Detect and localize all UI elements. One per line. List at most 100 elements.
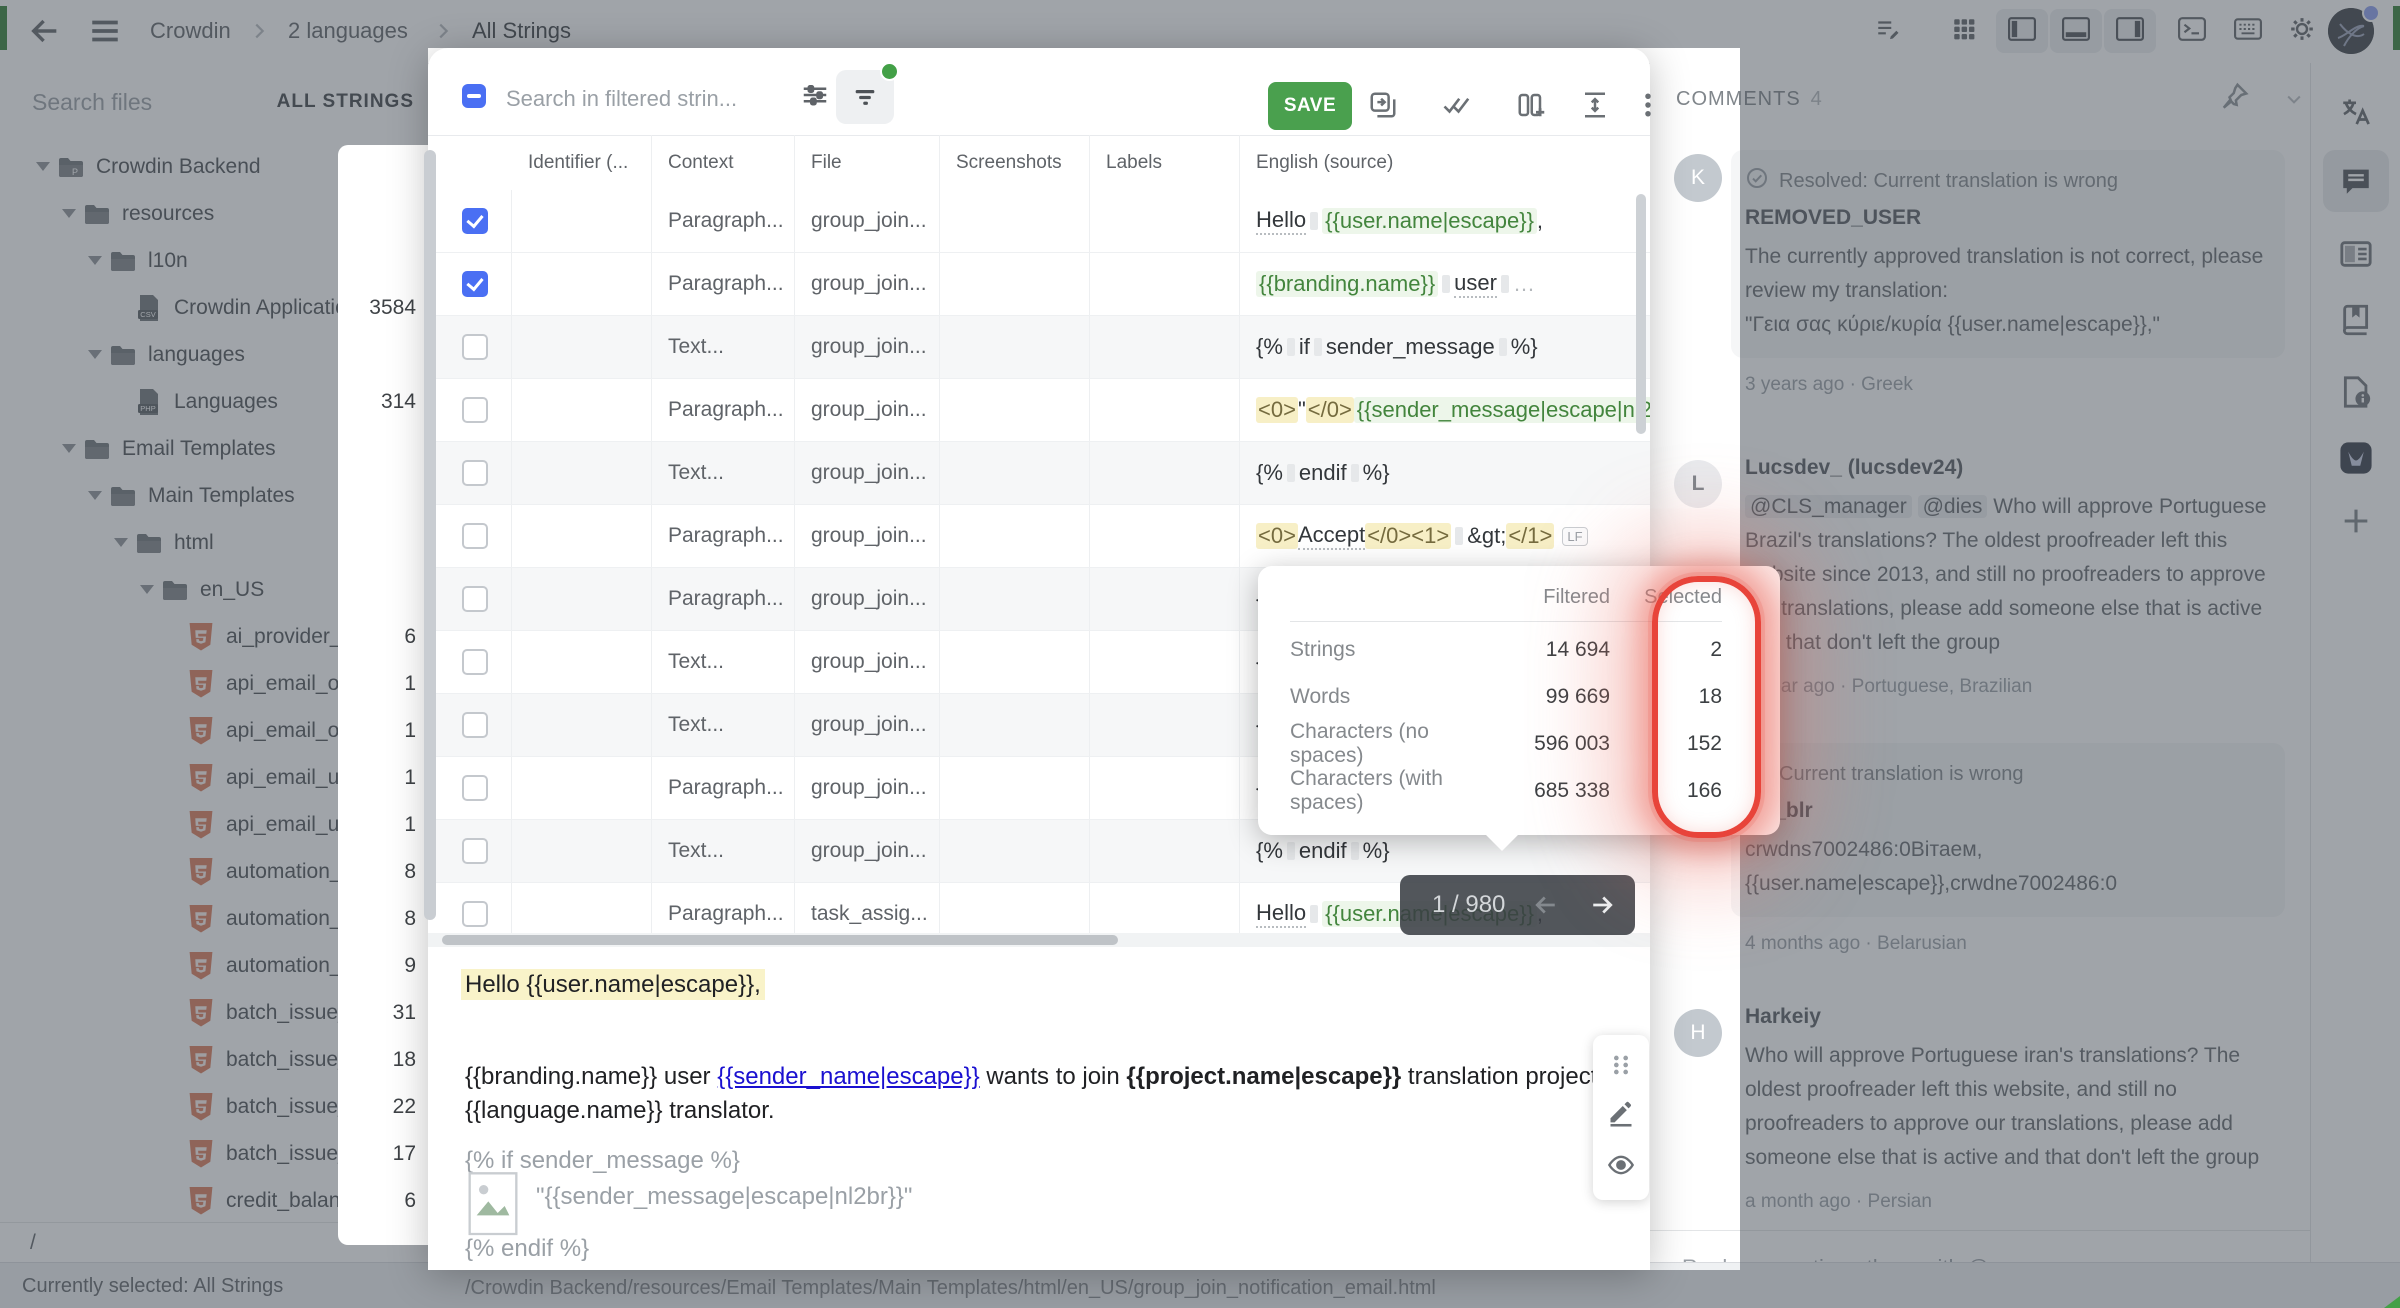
row-checkbox[interactable] xyxy=(462,523,488,549)
file-cell: task_assig... xyxy=(795,883,940,933)
preview-toolbar xyxy=(1593,1035,1649,1200)
source-word: Hello xyxy=(1256,207,1306,235)
avatar: L xyxy=(1674,460,1722,508)
file-cell: group_join... xyxy=(795,253,940,315)
checkbox-cell xyxy=(428,442,512,504)
identifier-cell xyxy=(512,316,652,378)
source-text: %} xyxy=(1363,838,1390,864)
table-row[interactable]: Paragraph...group_join... Hello {{user.nam… xyxy=(428,190,1650,253)
table-row[interactable]: Text...group_join...{%ifsender_message%} xyxy=(428,316,1650,379)
checkbox-cell xyxy=(428,505,512,567)
preview-text: translation project xyxy=(1401,1063,1597,1090)
tag-token: </0> xyxy=(1306,397,1354,423)
horizontal-scrollbar-thumb[interactable] xyxy=(442,935,1118,945)
column-labels[interactable]: Labels xyxy=(1090,135,1240,190)
source-text: {% xyxy=(1256,838,1283,864)
column-english-source[interactable]: English (source) xyxy=(1240,135,1650,190)
stat-label: Words xyxy=(1290,685,1460,709)
source-text: sender_message xyxy=(1326,334,1495,360)
identifier-cell xyxy=(512,883,652,933)
row-checkbox[interactable] xyxy=(462,838,488,864)
row-checkbox[interactable] xyxy=(462,397,488,423)
column-identifier[interactable]: Identifier (... xyxy=(512,135,652,190)
tag-token: <0> xyxy=(1256,523,1298,549)
file-cell: group_join... xyxy=(795,757,940,819)
screenshots-cell xyxy=(940,631,1090,693)
file-string-count: 314 xyxy=(381,378,416,425)
file-string-count: 1 xyxy=(404,660,416,707)
file-string-count: 22 xyxy=(393,1083,416,1130)
sidebar-scrollbar[interactable] xyxy=(424,150,436,920)
file-string-count: 8 xyxy=(404,895,416,942)
eye-icon[interactable] xyxy=(1607,1151,1635,1179)
table-row[interactable]: Text...group_join...{%endif%} xyxy=(428,442,1650,505)
column-screenshots[interactable]: Screenshots xyxy=(940,135,1090,190)
view-settings-icon[interactable] xyxy=(800,80,830,110)
identifier-cell xyxy=(512,190,652,252)
tag-token: <0> xyxy=(1256,397,1298,423)
pagination: 1 / 980 xyxy=(1400,875,1635,935)
column-context[interactable]: Context xyxy=(652,135,795,190)
row-checkbox[interactable] xyxy=(462,334,488,360)
newline-badge: LF xyxy=(1562,527,1587,546)
file-cell: group_join... xyxy=(795,190,940,252)
row-checkbox[interactable] xyxy=(462,712,488,738)
double-check-icon[interactable] xyxy=(1442,90,1472,120)
table-row[interactable]: Paragraph...group_join...{{branding.name… xyxy=(428,253,1650,316)
file-string-count: 1 xyxy=(404,754,416,801)
row-checkbox[interactable] xyxy=(462,208,488,234)
preview-code-message: "{{sender_message|escape|nl2br}}" xyxy=(536,1183,912,1211)
expand-rows-icon[interactable] xyxy=(1580,90,1610,120)
screenshots-cell xyxy=(940,820,1090,882)
previous-page-icon[interactable] xyxy=(1531,890,1561,920)
drag-handle-icon[interactable] xyxy=(1607,1051,1635,1079)
next-page-icon[interactable] xyxy=(1587,890,1617,920)
header-checkbox-cell xyxy=(428,135,512,190)
sender-name-link[interactable]: {{sender_name|escape}} xyxy=(717,1063,979,1090)
row-checkbox[interactable] xyxy=(462,901,488,927)
source-text: {% xyxy=(1256,460,1283,486)
row-checkbox[interactable] xyxy=(462,460,488,486)
row-checkbox[interactable] xyxy=(462,271,488,297)
file-string-count: 3584 xyxy=(369,284,416,331)
row-checkbox[interactable] xyxy=(462,586,488,612)
file-string-count: 31 xyxy=(393,989,416,1036)
screenshots-cell xyxy=(940,568,1090,630)
file-cell: group_join... xyxy=(795,316,940,378)
context-cell: Paragraph... xyxy=(652,505,795,567)
select-all-checkbox[interactable] xyxy=(462,84,486,108)
source-preview: Hello {{user.name|escape}}, {{branding.n… xyxy=(428,947,1650,1270)
row-checkbox[interactable] xyxy=(462,775,488,801)
dim-overlay-right xyxy=(1740,48,2400,1270)
red-highlight-annotation xyxy=(1652,576,1761,838)
file-counts-column: 358431461111889311822176 xyxy=(338,145,428,1245)
strings-toolbar: Search in filtered strin... SAVE xyxy=(428,48,1650,136)
identifier-cell xyxy=(512,379,652,441)
space-marker xyxy=(1442,275,1450,293)
ellipsis-marker: … xyxy=(1513,271,1535,297)
labels-cell xyxy=(1090,820,1240,882)
duplicate-icon[interactable] xyxy=(1368,90,1398,120)
more-menu-icon[interactable] xyxy=(1633,90,1663,120)
space-marker xyxy=(1455,527,1463,545)
split-columns-icon[interactable] xyxy=(1516,90,1546,120)
column-file[interactable]: File xyxy=(795,135,940,190)
identifier-cell xyxy=(512,505,652,567)
table-row[interactable]: Paragraph...group_join...<0>Accept</0><1… xyxy=(428,505,1650,568)
strings-search-input[interactable]: Search in filtered strin... xyxy=(506,86,737,112)
row-checkbox[interactable] xyxy=(462,649,488,675)
save-button[interactable]: SAVE xyxy=(1268,82,1352,130)
space-marker xyxy=(1310,905,1318,923)
context-cell: Paragraph... xyxy=(652,190,795,252)
horizontal-scrollbar[interactable] xyxy=(428,933,1650,947)
table-row[interactable]: Paragraph...group_join...<0>"</0>{{sende… xyxy=(428,379,1650,442)
source-text: {% xyxy=(1256,334,1283,360)
source-text: , xyxy=(1537,208,1543,234)
variable-token: {{user.name|escape}} xyxy=(1322,208,1537,234)
space-marker xyxy=(1351,464,1359,482)
tag-token: </0><1> xyxy=(1365,523,1451,549)
table-scrollbar[interactable] xyxy=(1636,194,1646,434)
screenshots-cell xyxy=(940,694,1090,756)
edit-icon[interactable] xyxy=(1607,1099,1635,1127)
checkbox-cell xyxy=(428,883,512,933)
